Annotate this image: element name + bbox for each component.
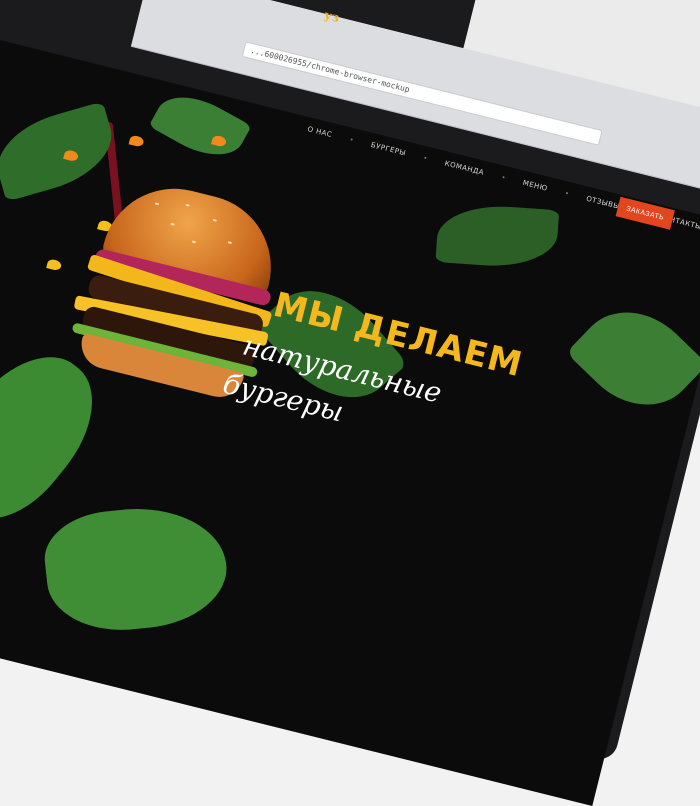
sesame-seed [185, 203, 190, 207]
nav-item-burgers[interactable]: БУРГЕРЫ [370, 141, 407, 157]
lettuce-leaf [40, 499, 232, 638]
lettuce-leaf [0, 101, 122, 202]
nav-item-team[interactable]: КОМАНДА [444, 159, 485, 177]
sesame-seed [227, 241, 232, 245]
sesame-seed [154, 202, 160, 206]
nav-item-menu[interactable]: МЕНЮ [522, 179, 548, 193]
site-logo: уз [322, 7, 341, 26]
nav-separator: • [500, 173, 507, 183]
sesame-seed [212, 218, 217, 222]
nav-item-about[interactable]: О НАС [307, 125, 333, 139]
nav-separator: • [348, 135, 355, 145]
lettuce-leaf [566, 287, 700, 430]
nav-item-reviews[interactable]: ОТЗЫВЫ [585, 195, 620, 211]
sauce-drop [46, 258, 63, 272]
nav-separator: • [422, 154, 429, 163]
sesame-seed [170, 222, 175, 226]
lettuce-leaf [435, 202, 560, 271]
sesame-seed [191, 240, 197, 244]
nav-separator: • [563, 189, 570, 199]
sauce-drop [128, 134, 145, 148]
